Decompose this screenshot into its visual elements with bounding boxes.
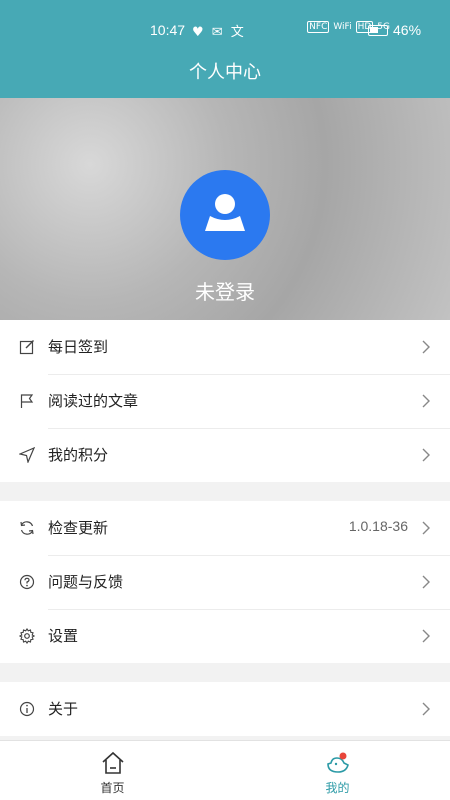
menu-item-my-points[interactable]: 我的积分 — [0, 428, 450, 482]
battery-percent: 46% — [393, 22, 422, 38]
menu-item-settings[interactable]: 设置 — [0, 609, 450, 663]
menu-item-about[interactable]: 关于 — [0, 682, 450, 736]
bird-icon — [327, 752, 349, 773]
question-icon — [19, 574, 35, 590]
page-title: 个人中心 — [189, 62, 261, 83]
menu-group-about: 关于 — [0, 682, 450, 736]
battery-icon — [368, 25, 388, 36]
chevron-right-icon — [422, 575, 430, 589]
menu-item-read-articles[interactable]: 阅读过的文章 — [0, 374, 450, 428]
refresh-icon — [20, 521, 34, 535]
menu-item-label: 检查更新 — [48, 519, 109, 537]
top-bar: 10:47 ♥ ✉ 文 NFC WiFi HD 5G 46% 个人中心 — [0, 0, 450, 98]
menu-item-label: 每日签到 — [48, 338, 109, 356]
menu-item-label: 关于 — [48, 700, 79, 718]
menu-item-feedback[interactable]: 问题与反馈 — [0, 555, 450, 609]
tab-home[interactable]: 首页 — [0, 741, 225, 800]
menu-item-label: 我的积分 — [48, 446, 109, 464]
menu-item-label: 阅读过的文章 — [48, 392, 139, 410]
menu-item-check-update[interactable]: 检查更新 1.0.18-36 — [0, 501, 450, 555]
user-icon — [205, 194, 245, 231]
menu-item-daily-checkin[interactable]: 每日签到 — [0, 320, 450, 374]
status-bar: 10:47 ♥ ✉ 文 NFC WiFi HD 5G 46% — [0, 0, 450, 62]
tab-label: 我的 — [325, 781, 350, 795]
nfc-icon: NFC — [307, 21, 330, 33]
profile-banner: 未登录 — [0, 98, 450, 320]
menu-item-label: 设置 — [48, 627, 79, 645]
status-time: 10:47 — [150, 22, 186, 38]
info-icon — [19, 701, 35, 717]
flag-icon — [20, 394, 34, 408]
gear-icon — [19, 628, 35, 644]
chevron-right-icon — [422, 521, 430, 535]
edit-icon — [19, 340, 34, 355]
menu-item-label: 问题与反馈 — [48, 573, 124, 591]
send-icon — [19, 447, 35, 463]
tab-label: 首页 — [100, 781, 125, 795]
chevron-right-icon — [422, 448, 430, 462]
chevron-right-icon — [422, 629, 430, 643]
chevron-right-icon — [422, 394, 430, 408]
notification-icons: ♥ ✉ 文 — [192, 25, 246, 40]
tab-mine[interactable]: 我的 — [225, 741, 450, 800]
avatar[interactable] — [180, 170, 270, 260]
wifi-icon: WiFi — [333, 22, 352, 32]
version-number: 1.0.18-36 — [348, 518, 408, 534]
menu-group-app: 检查更新 1.0.18-36 问题与反馈 设置 — [0, 501, 450, 663]
home-icon — [102, 751, 124, 774]
chevron-right-icon — [422, 702, 430, 716]
chevron-right-icon — [422, 340, 430, 354]
menu-group-personal: 每日签到 阅读过的文章 我的积分 — [0, 320, 450, 482]
bottom-nav: 首页 我的 — [0, 740, 450, 800]
login-status[interactable]: 未登录 — [0, 276, 450, 305]
